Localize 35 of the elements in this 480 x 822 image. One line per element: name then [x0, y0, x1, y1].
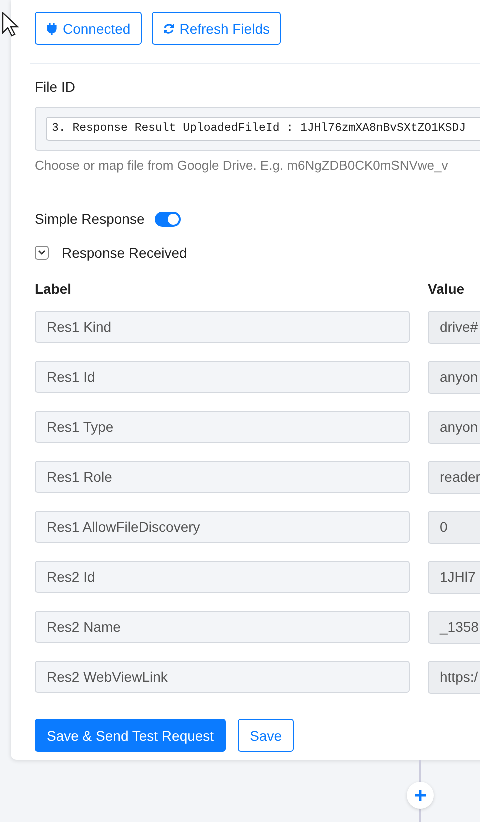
- label-field[interactable]: Res1 AllowFileDiscovery: [35, 511, 410, 543]
- label-field[interactable]: Res1 Kind: [35, 311, 410, 343]
- file-id-field[interactable]: 3. Response Result UploadedFileId : 1JHl76zmXA8nBvSXtZO1KSDJ: [35, 107, 480, 151]
- label-field[interactable]: Res2 WebViewLink: [35, 661, 410, 693]
- plug-icon: [46, 22, 58, 34]
- column-header: Value: [428, 281, 466, 297]
- value-field: https:/: [428, 661, 480, 694]
- send-test-button[interactable]: Save & Send Test Request: [35, 719, 226, 752]
- save-button[interactable]: Save: [238, 719, 294, 752]
- add-step-button[interactable]: [407, 782, 434, 809]
- helper-text: Choose or map file from Google Drive. E.g. m6NgZDB0CK0mSNVwe_v: [35, 158, 450, 173]
- section-label: Response Received: [62, 245, 188, 261]
- toggle-label: Simple Response: [35, 211, 145, 227]
- refresh-icon: [162, 22, 175, 34]
- value-field: _1358: [428, 611, 480, 644]
- label-field[interactable]: Res1 Id: [35, 361, 410, 393]
- chevron-icon: [38, 250, 46, 256]
- label-field[interactable]: Res1 Role: [35, 461, 410, 493]
- toggle-switch[interactable]: [154, 212, 181, 226]
- connected-button[interactable]: Connected: [35, 12, 142, 45]
- label-field[interactable]: Res2 Name: [35, 611, 410, 643]
- plus-icon: [414, 789, 427, 802]
- value-field: anyon: [428, 411, 480, 444]
- value-field: 1JHl7: [428, 561, 480, 594]
- label-field[interactable]: Res1 Type: [35, 411, 410, 443]
- value-field: 0: [428, 511, 480, 544]
- label-field[interactable]: Res2 Id: [35, 561, 410, 593]
- field-label: File ID: [35, 79, 76, 95]
- value-field: reader: [428, 461, 480, 494]
- mapped-value-chip: 3. Response Result UploadedFileId : 1JHl76zmXA8nBvSXtZO1KSDJ: [46, 117, 480, 141]
- column-header: Label: [35, 281, 73, 297]
- expand-toggle[interactable]: [35, 246, 49, 260]
- value-field: drive#: [428, 311, 480, 344]
- value-field: anyon: [428, 361, 480, 394]
- refresh-fields-button[interactable]: Refresh Fields: [152, 12, 281, 45]
